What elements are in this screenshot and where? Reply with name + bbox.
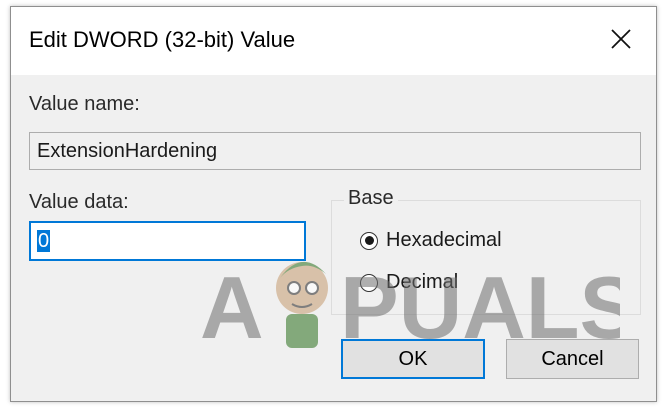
cancel-button[interactable]: Cancel <box>506 339 639 379</box>
title-bar: Edit DWORD (32-bit) Value <box>11 7 656 75</box>
edit-dword-dialog: Edit DWORD (32-bit) Value Value name: Ex… <box>10 6 657 402</box>
base-legend: Base <box>344 187 398 210</box>
close-icon <box>610 28 632 55</box>
radio-decimal-label: Decimal <box>386 271 459 293</box>
radio-decimal[interactable]: Decimal <box>360 271 458 294</box>
radio-unselected-icon <box>360 273 378 292</box>
radio-selected-icon <box>360 231 378 250</box>
base-group: Base Hexadecimal Decimal <box>331 187 641 315</box>
ok-button[interactable]: OK <box>341 339 485 379</box>
radio-hexadecimal[interactable]: Hexadecimal <box>360 229 502 252</box>
value-name-field: ExtensionHardening <box>29 132 641 170</box>
radio-hexadecimal-label: Hexadecimal <box>386 229 502 251</box>
close-button[interactable] <box>586 7 656 75</box>
value-data-input[interactable]: 0 <box>29 221 306 261</box>
value-data-text: 0 <box>37 230 51 252</box>
dialog-title: Edit DWORD (32-bit) Value <box>29 27 296 52</box>
value-name-label: Value name: <box>29 93 140 115</box>
value-data-label: Value data: <box>29 191 129 213</box>
